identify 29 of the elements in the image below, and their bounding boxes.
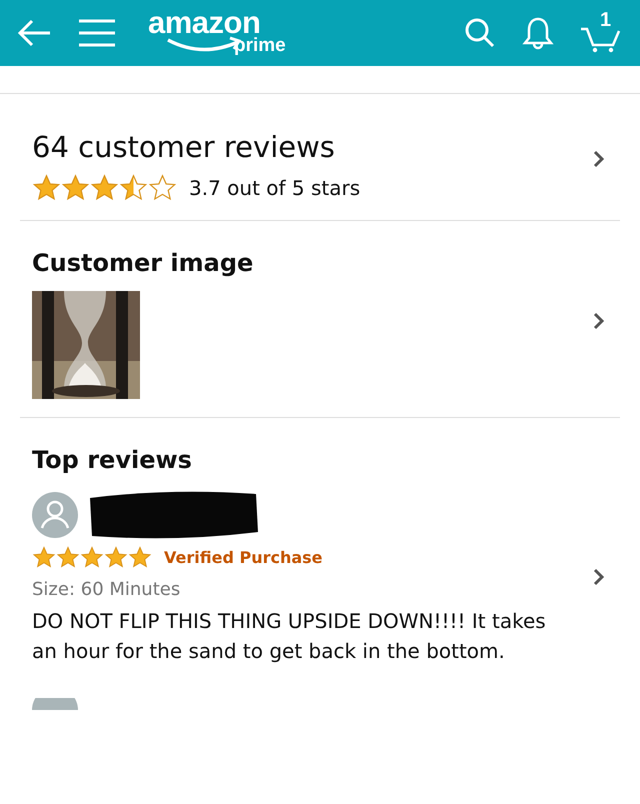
section-title: Customer image — [32, 249, 254, 277]
star-icon — [104, 546, 128, 569]
star-icon — [56, 546, 80, 569]
star-icon — [80, 546, 104, 569]
back-icon[interactable] — [16, 18, 52, 48]
rating-summary: 3.7 out of 5 stars — [189, 176, 360, 200]
review-card[interactable]: Verified Purchase Size: 60 Minutes DO NOT FLIP THIS THING UPSIDE DOWN!!!! It takes an hour for the sand to get back in the bottom. — [32, 488, 610, 666]
chevron-right-icon — [592, 567, 606, 587]
chevron-right-icon — [592, 311, 606, 331]
star-icon — [61, 174, 90, 202]
star-icon — [32, 546, 56, 569]
verified-purchase-label: Verified Purchase — [164, 548, 323, 567]
star-icon — [90, 174, 119, 202]
search-icon[interactable] — [464, 17, 496, 49]
avatar-icon — [32, 698, 78, 710]
star-icon — [119, 174, 148, 202]
bell-icon[interactable] — [522, 16, 554, 50]
review-size: Size: 60 Minutes — [32, 579, 182, 600]
customer-image-section[interactable]: Customer image — [0, 221, 640, 417]
section-title: Top reviews — [32, 446, 193, 474]
menu-icon[interactable] — [78, 18, 116, 48]
avatar-icon — [32, 492, 78, 538]
star-icon — [148, 174, 177, 202]
star-icon — [128, 546, 152, 569]
reviews-count: 64 customer reviews — [32, 130, 336, 164]
review-text: DO NOT FLIP THIS THING UPSIDE DOWN!!!! It takes an hour for the sand to get back in the bottom. — [32, 608, 547, 665]
star-icon — [32, 174, 61, 202]
chevron-right-icon — [592, 149, 606, 169]
ratings-section[interactable]: 64 customer reviews 3.7 out of 5 stars — [0, 94, 640, 220]
